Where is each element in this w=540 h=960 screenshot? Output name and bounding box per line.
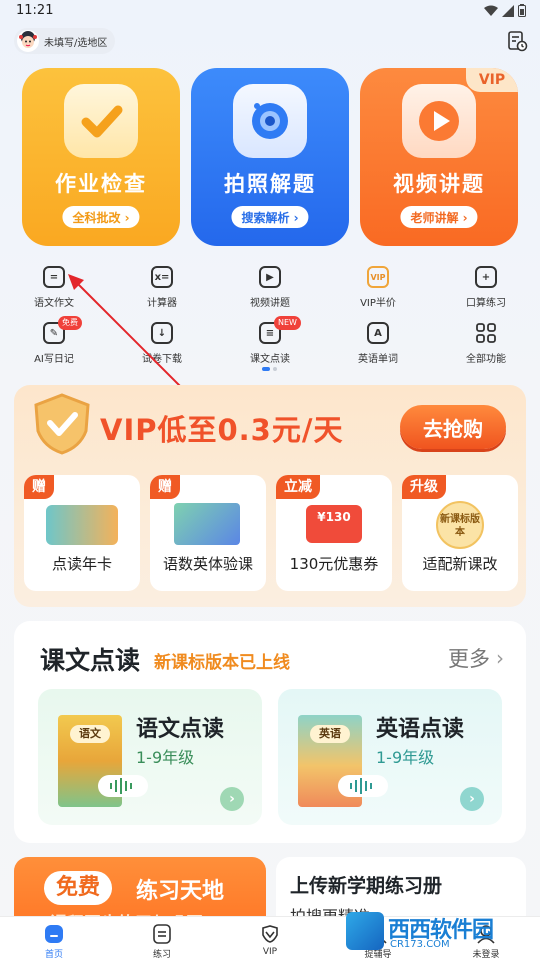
history-icon[interactable] (506, 30, 528, 52)
section-title: 课文点读 (40, 646, 141, 675)
lesson-card-grade: 1-9年级 (376, 748, 435, 767)
grid-label: 课文点读 (250, 354, 290, 365)
shield-icon (34, 393, 90, 455)
nav-label: 练习 (152, 950, 171, 960)
grid-item-mental-math[interactable]: + 口算练习 (432, 266, 540, 316)
nav-home[interactable]: 首页 (0, 917, 108, 960)
tile-video-explain[interactable]: VIP 视频讲题 老师讲解 › (360, 68, 518, 246)
nav-practice[interactable]: 练习 (108, 917, 216, 960)
grid-item-vip-half[interactable]: VIP VIP半价 (324, 266, 432, 316)
more-label: 更多 (448, 647, 490, 671)
grid-label: 口算练习 (466, 298, 506, 309)
soundwave-icon (338, 775, 388, 797)
vip-banner[interactable]: VIP低至0.3元/天 去抢购 赠 点读年卡 赠 语数英体验课 立减 ¥130 … (14, 385, 526, 607)
nav-vip[interactable]: VIP (216, 917, 324, 960)
vip-card-tag: 立减 (276, 475, 320, 499)
grid-label: VIP半价 (360, 298, 396, 309)
new-badge: NEW (274, 316, 301, 330)
tile-label: 拍照解题 (224, 172, 316, 196)
practice-icon (153, 924, 171, 944)
camera-icon (233, 84, 307, 158)
promo-title: 练习天地 (136, 879, 225, 904)
tile-label: 视频讲题 (393, 172, 485, 196)
vip-card-coupon: 立减 ¥130 130元优惠券 (276, 475, 392, 591)
vip-buy-button[interactable]: 去抢购 (400, 405, 506, 449)
grid-item-all-functions[interactable]: 全部功能 (432, 322, 540, 372)
tile-pill-button[interactable]: 全科批改 › (62, 206, 140, 228)
mental-math-icon: + (475, 266, 497, 288)
english-icon: A (367, 322, 389, 344)
lesson-card-grade: 1-9年级 (136, 748, 195, 767)
grid-label: 全部功能 (466, 354, 506, 365)
book-title: 英语 (310, 725, 350, 743)
watermark-url: CR173.COM (390, 939, 450, 950)
vip-card-tag: 升级 (402, 475, 446, 499)
nav-label: VIP (262, 947, 278, 957)
new-curriculum-seal: 新课标版本 (436, 501, 484, 549)
check-icon (64, 84, 138, 158)
vip-card-tag: 赠 (150, 475, 180, 499)
video-icon: ▶ (259, 266, 281, 288)
signal-icon (502, 4, 514, 17)
vip-card-reading: 赠 点读年卡 (24, 475, 140, 591)
tile-label: 作业检查 (55, 172, 147, 196)
annotation-arrow (68, 274, 187, 393)
arrow-right-icon[interactable]: › (460, 787, 484, 811)
free-badge: 免费 (44, 871, 113, 905)
all-functions-icon (475, 322, 497, 344)
lesson-card-title: 英语点读 (376, 717, 465, 742)
chevron-right-icon: › (496, 646, 504, 670)
more-link[interactable]: 更多 › (448, 643, 504, 673)
play-icon (402, 84, 476, 158)
lesson-card-english[interactable]: 英语 英语点读 1-9年级 › (278, 689, 502, 825)
home-icon (45, 925, 63, 943)
grid-label: 英语单词 (358, 354, 398, 365)
vip-card-label: 语数英体验课 (162, 555, 253, 573)
status-time: 11:21 (16, 3, 54, 18)
watermark-logo: 西西软件园 CR173.COM (346, 908, 518, 954)
lesson-reading-section: 课文点读 新课标版本已上线 更多 › 语文 语文点读 1-9年级 › 英语 英语… (14, 621, 526, 843)
vip-card-label: 适配新课改 (422, 555, 498, 573)
grid-item-video[interactable]: ▶ 视频讲题 (216, 266, 324, 316)
grid-label: 视频讲题 (250, 298, 290, 309)
status-bar: 11:21 (0, 0, 540, 24)
book-title: 语文 (70, 725, 110, 743)
page-indicator (262, 367, 278, 371)
tile-photo-solve[interactable]: 拍照解题 搜索解析 › (191, 68, 349, 246)
tile-homework-check[interactable]: 作业检查 全科批改 › (22, 68, 180, 246)
region-selector[interactable]: 未填写/选地区 (14, 28, 116, 54)
vip-card-label: 130元优惠券 (289, 555, 379, 573)
vip-title: VIP低至0.3元/天 (100, 413, 344, 447)
soundwave-icon (98, 775, 148, 797)
status-icons (484, 4, 526, 17)
section-subtitle: 新课标版本已上线 (154, 653, 290, 673)
vip-icon: VIP (367, 266, 389, 288)
battery-icon (518, 4, 526, 17)
tile-pill-button[interactable]: 搜索解析 › (231, 206, 309, 228)
grid-item-text-reading[interactable]: ≡ NEW 课文点读 (216, 316, 324, 372)
arrow-right-icon[interactable]: › (220, 787, 244, 811)
avatar-icon (17, 30, 39, 52)
grid-item-english-words[interactable]: A 英语单词 (324, 322, 432, 372)
vip-card-trial: 赠 语数英体验课 (150, 475, 266, 591)
coupon-image: ¥130 (306, 505, 362, 543)
vip-crown-icon (262, 925, 278, 943)
vip-card-upgrade: 升级 新课标版本 适配新课改 (402, 475, 518, 591)
lesson-card-title: 语文点读 (136, 717, 225, 742)
trial-lesson-image (174, 503, 240, 545)
reading-card-image (46, 505, 118, 545)
region-text: 未填写/选地区 (44, 37, 108, 49)
vip-card-tag: 赠 (24, 475, 54, 499)
nav-label: 首页 (44, 950, 63, 960)
tile-pill-button[interactable]: 老师讲解 › (400, 206, 478, 228)
vip-card-label: 点读年卡 (51, 555, 112, 573)
wifi-icon (484, 5, 498, 16)
promo-title: 上传新学期练习册 (290, 875, 443, 897)
lesson-card-chinese[interactable]: 语文 语文点读 1-9年级 › (38, 689, 262, 825)
